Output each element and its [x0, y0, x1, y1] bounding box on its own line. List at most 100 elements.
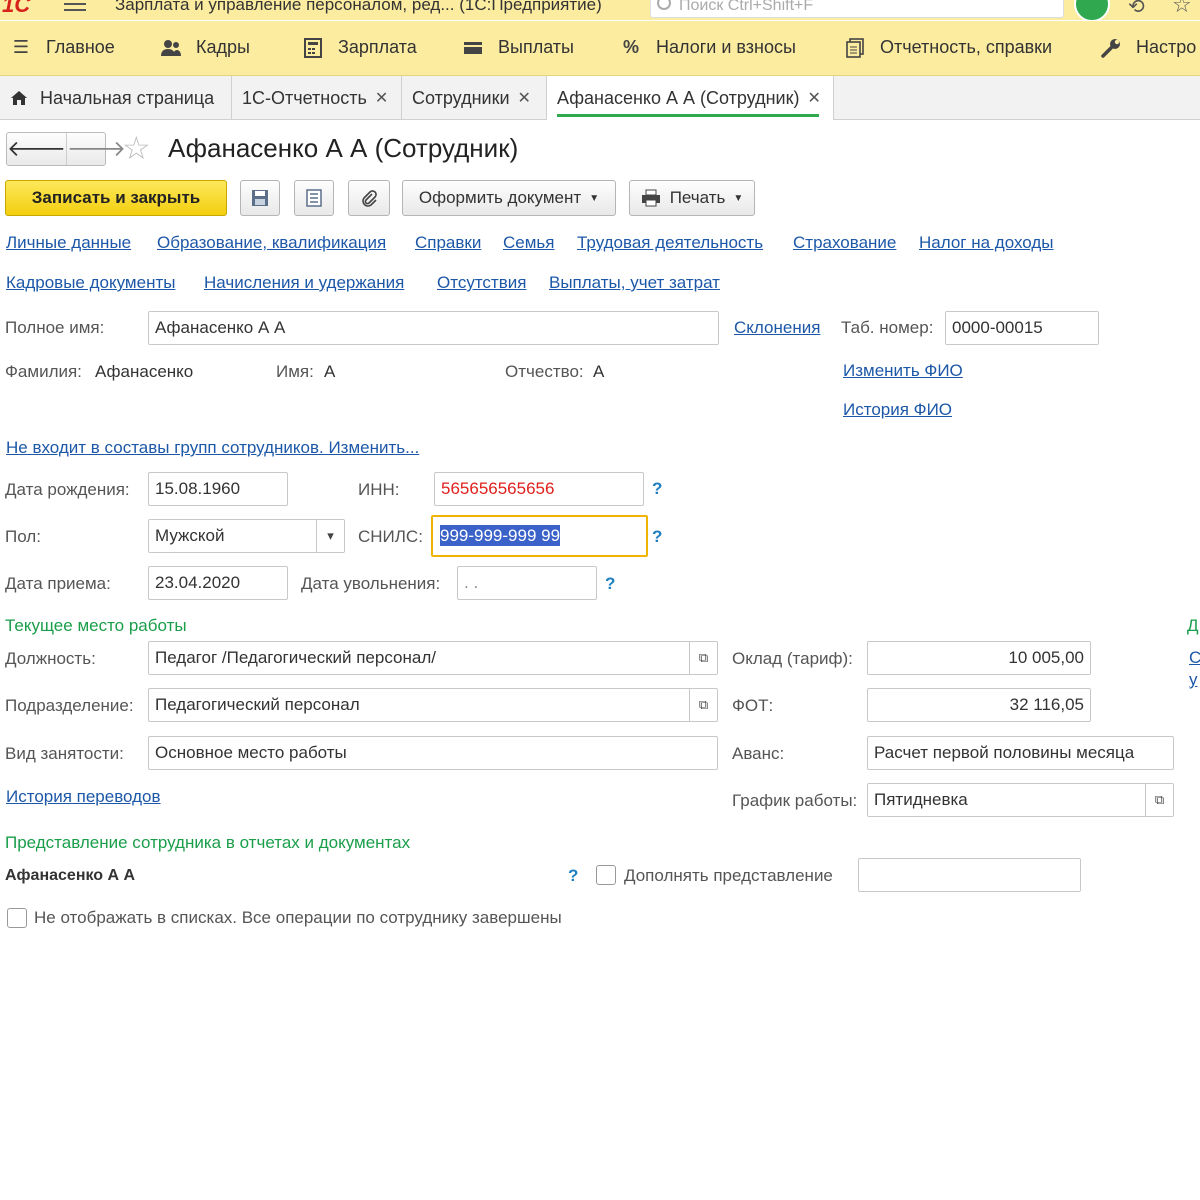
- supplement-checkbox[interactable]: [596, 865, 616, 885]
- button-label: Оформить документ: [418, 188, 582, 207]
- full-name-field[interactable]: Афанасенко А А: [148, 311, 719, 345]
- position-value: Педагог /Педагогический персонал/: [155, 648, 436, 667]
- link-payments-costs[interactable]: Выплаты, учет затрат: [549, 273, 720, 293]
- salary-field[interactable]: 10 005,00: [867, 641, 1091, 675]
- tab-employees[interactable]: Сотрудники ✕: [402, 76, 547, 120]
- link-certificates[interactable]: Справки: [415, 233, 481, 253]
- favorites-icon[interactable]: ☆: [1172, 0, 1192, 18]
- back-arrow-icon[interactable]: 🡐: [7, 133, 66, 165]
- open-icon[interactable]: ⧉: [689, 642, 717, 674]
- department-label: Подразделение:: [5, 696, 134, 715]
- attachment-icon[interactable]: [348, 180, 390, 216]
- tab-label: Сотрудники: [412, 87, 510, 108]
- user-avatar[interactable]: [1074, 0, 1110, 20]
- presentation-help-icon[interactable]: ?: [568, 866, 578, 886]
- fot-field[interactable]: 32 116,05: [867, 688, 1091, 722]
- link-absences[interactable]: Отсутствия: [437, 273, 526, 293]
- history-icon[interactable]: ⟲: [1128, 0, 1145, 19]
- tab-employee-card[interactable]: Афанасенко А А (Сотрудник) ✕: [547, 76, 834, 120]
- department-value: Педагогический персонал: [155, 695, 360, 714]
- position-field[interactable]: Педагог /Педагогический персонал/ ⧉: [148, 641, 718, 675]
- page-title: Афанасенко А А (Сотрудник): [168, 133, 519, 163]
- link-hr-documents[interactable]: Кадровые документы: [6, 273, 175, 293]
- inn-field[interactable]: 565656565656: [434, 472, 644, 506]
- title-bar: 1С Зарплата и управление персоналом, ред…: [0, 0, 1200, 20]
- birth-date-field[interactable]: 15.08.1960: [148, 472, 288, 506]
- gender-value: Мужской: [155, 526, 225, 545]
- patronymic-label: Отчество:: [505, 362, 584, 381]
- section-main[interactable]: ☰ Главное: [10, 37, 115, 58]
- right-link-clipped-2[interactable]: у: [1189, 670, 1198, 690]
- link-personal-data[interactable]: Личные данные: [6, 233, 131, 253]
- list-icon[interactable]: [294, 180, 334, 216]
- hide-in-lists-checkbox[interactable]: [7, 908, 27, 928]
- section-salary[interactable]: Зарплата: [302, 37, 417, 58]
- snils-help-icon[interactable]: ?: [652, 527, 662, 547]
- advance-label: Аванс:: [732, 744, 785, 763]
- button-label: Печать: [669, 188, 726, 207]
- tab-number-field[interactable]: 0000-00015: [945, 311, 1099, 345]
- hire-date-field[interactable]: 23.04.2020: [148, 566, 288, 600]
- inn-help-icon[interactable]: ?: [652, 479, 662, 499]
- section-payments[interactable]: Выплаты: [462, 37, 574, 58]
- dismiss-help-icon[interactable]: ?: [605, 574, 615, 594]
- snils-field[interactable]: 999-999-999 99: [431, 515, 648, 557]
- close-icon[interactable]: ✕: [375, 88, 388, 108]
- calculator-icon: [302, 37, 324, 58]
- right-link-clipped-1[interactable]: С: [1189, 648, 1200, 668]
- department-field[interactable]: Педагогический персонал ⧉: [148, 688, 718, 722]
- link-family[interactable]: Семья: [503, 233, 554, 253]
- change-fio-link[interactable]: Изменить ФИО: [843, 361, 963, 381]
- app-logo: 1С: [2, 0, 31, 17]
- transfers-history-link[interactable]: История переводов: [6, 787, 161, 807]
- gender-select[interactable]: Мужской ▾: [148, 519, 345, 553]
- link-insurance[interactable]: Страхование: [793, 233, 896, 253]
- dismiss-date-field[interactable]: . .: [457, 566, 597, 600]
- navigation-buttons: 🡐 🡒: [6, 132, 126, 166]
- surname-label: Фамилия:: [5, 362, 82, 381]
- link-accruals[interactable]: Начисления и удержания: [204, 273, 404, 293]
- full-name-label: Полное имя:: [5, 318, 105, 337]
- section-settings[interactable]: Настро: [1100, 37, 1196, 58]
- advance-field[interactable]: Расчет первой половины месяца: [867, 736, 1174, 770]
- forward-arrow-icon[interactable]: 🡒: [66, 133, 126, 165]
- employee-presentation: Афанасенко А А: [5, 867, 136, 884]
- employment-label: Вид занятости:: [5, 744, 124, 763]
- dropdown-arrow-icon[interactable]: ▾: [316, 520, 344, 552]
- search-icon: [657, 0, 671, 10]
- printer-icon: [641, 189, 661, 207]
- print-button[interactable]: Печать ▼: [629, 180, 755, 216]
- close-icon[interactable]: ✕: [807, 88, 820, 108]
- link-income-tax[interactable]: Налог на доходы: [919, 233, 1054, 253]
- link-education[interactable]: Образование, квалификация: [157, 233, 386, 253]
- gender-label: Пол:: [5, 527, 41, 546]
- section-personnel[interactable]: Кадры: [160, 37, 250, 58]
- section-taxes[interactable]: % Налоги и взносы: [620, 37, 796, 58]
- schedule-field[interactable]: Пятидневка ⧉: [867, 783, 1174, 817]
- right-group-title-clipped: Д: [1187, 616, 1199, 635]
- supplement-field[interactable]: [858, 858, 1081, 892]
- snils-selected-text: 999-999-999 99: [440, 525, 561, 546]
- link-work-history[interactable]: Трудовая деятельность: [577, 233, 763, 253]
- create-document-button[interactable]: Оформить документ ▼: [402, 180, 616, 216]
- history-fio-link[interactable]: История ФИО: [843, 400, 952, 420]
- section-reports[interactable]: Отчетность, справки: [844, 37, 1052, 58]
- open-windows-tabs: Начальная страница 1С-Отчетность ✕ Сотруд…: [0, 76, 1200, 120]
- tab-1c-reporting[interactable]: 1С-Отчетность ✕: [232, 76, 402, 120]
- tab-number-label: Таб. номер:: [841, 318, 934, 337]
- open-icon[interactable]: ⧉: [689, 689, 717, 721]
- open-icon[interactable]: ⧉: [1145, 784, 1173, 816]
- home-icon: [10, 90, 28, 106]
- declensions-link[interactable]: Склонения: [734, 318, 820, 338]
- favorite-star-icon[interactable]: ☆: [122, 130, 151, 166]
- close-icon[interactable]: ✕: [518, 88, 531, 108]
- tab-home[interactable]: Начальная страница: [0, 76, 232, 120]
- first-name-label: Имя:: [276, 362, 314, 381]
- employee-groups-link[interactable]: Не входит в составы групп сотрудников. И…: [6, 438, 419, 458]
- save-icon[interactable]: [240, 180, 280, 216]
- global-search-input[interactable]: Поиск Ctrl+Shift+F: [650, 0, 1064, 18]
- save-close-button[interactable]: Записать и закрыть: [5, 180, 227, 216]
- menu-lines-icon: ☰: [12, 37, 30, 57]
- employment-field[interactable]: Основное место работы: [148, 736, 718, 770]
- main-menu-icon[interactable]: [64, 0, 86, 11]
